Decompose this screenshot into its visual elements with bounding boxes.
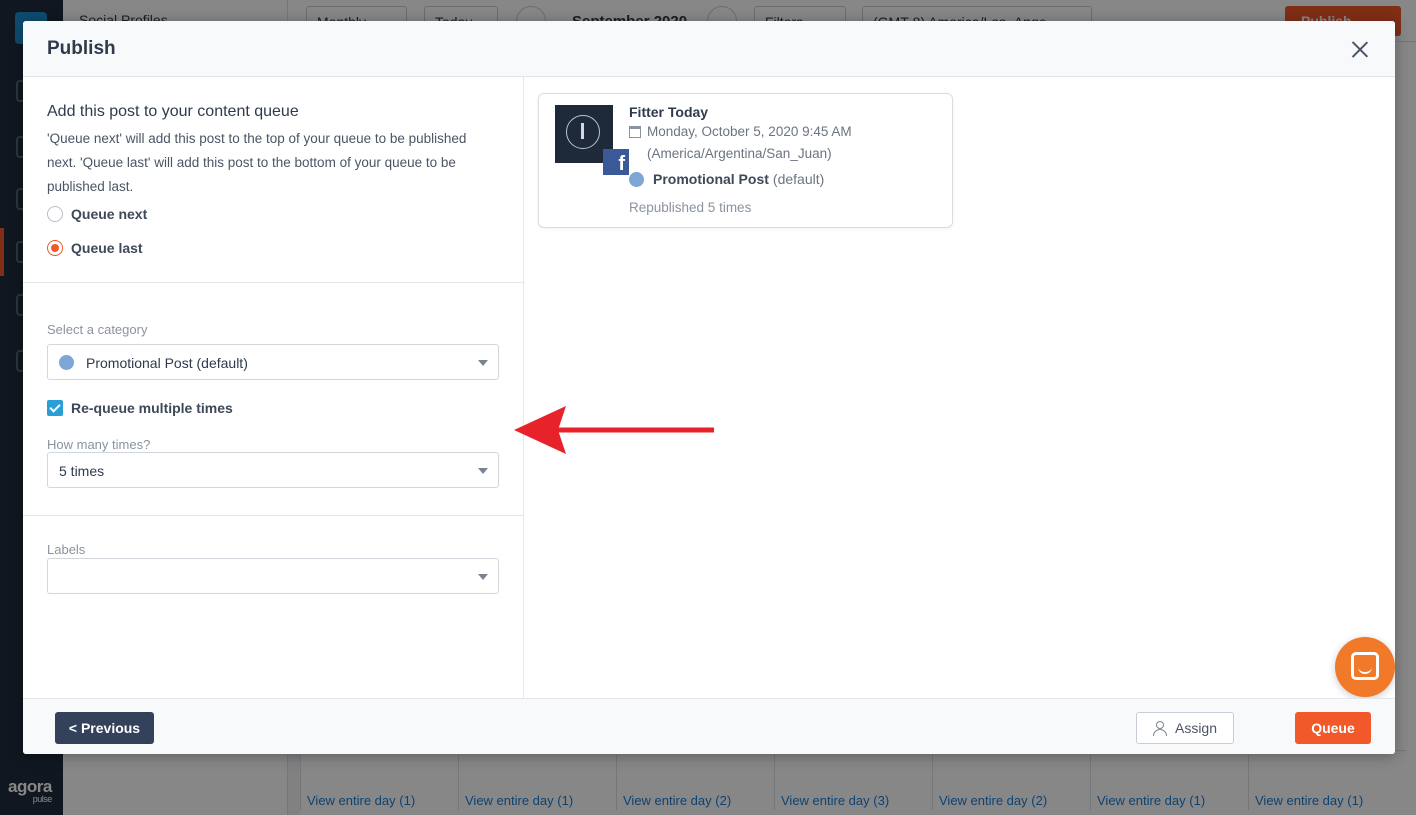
- queue-next-label: Queue next: [71, 206, 148, 222]
- scheduled-timezone: (America/Argentina/San_Juan): [647, 146, 832, 161]
- labels-section: Labels: [23, 516, 524, 698]
- preview-category-dot: [629, 171, 644, 187]
- close-icon[interactable]: [1351, 40, 1369, 58]
- scheduled-date-text: Monday, October 5, 2020 9:45 AM: [647, 124, 852, 139]
- profile-name: Fitter Today: [629, 104, 709, 120]
- times-label: How many times?: [47, 437, 151, 452]
- queue-last-label: Queue last: [71, 240, 143, 256]
- times-select[interactable]: 5 times: [47, 452, 499, 488]
- preview-category: Promotional Post (default): [629, 171, 824, 187]
- queue-last-radio[interactable]: [47, 240, 63, 256]
- requeue-checkbox[interactable]: [47, 400, 63, 416]
- preview-category-suffix: (default): [772, 171, 825, 187]
- category-select[interactable]: Promotional Post (default): [47, 344, 499, 380]
- chevron-down-icon: [478, 574, 488, 580]
- category-section: Select a category Promotional Post (defa…: [23, 283, 524, 516]
- preview-category-name: Promotional Post: [653, 171, 769, 187]
- modal-header: Publish: [23, 21, 1395, 77]
- post-preview-card[interactable]: f Fitter Today Monday, October 5, 2020 9…: [538, 93, 953, 228]
- queue-next-option[interactable]: Queue next: [47, 206, 147, 222]
- queue-last-option[interactable]: Queue last: [47, 240, 143, 256]
- chevron-down-icon: [478, 360, 488, 366]
- chat-launcher[interactable]: [1335, 637, 1395, 697]
- assign-button[interactable]: Assign: [1136, 712, 1234, 744]
- labels-label: Labels: [47, 542, 86, 557]
- publish-modal: Publish Add this post to your content qu…: [23, 21, 1395, 754]
- fitter-logo-icon: [566, 115, 600, 149]
- chat-icon: [1351, 652, 1379, 680]
- times-value: 5 times: [59, 463, 105, 479]
- scheduled-date: Monday, October 5, 2020 9:45 AM: [629, 124, 852, 139]
- requeue-label: Re-queue multiple times: [71, 400, 233, 416]
- queue-section: Add this post to your content queue 'Que…: [23, 77, 524, 283]
- queue-button[interactable]: Queue: [1295, 712, 1371, 744]
- assign-label: Assign: [1174, 720, 1218, 736]
- annotation-arrow: [514, 406, 714, 454]
- queue-next-radio[interactable]: [47, 206, 63, 222]
- category-label: Select a category: [47, 322, 148, 337]
- modal-footer: < Previous Assign Queue: [23, 698, 1395, 754]
- chevron-down-icon: [478, 468, 488, 474]
- labels-select[interactable]: [47, 558, 499, 594]
- category-color-dot: [59, 355, 74, 370]
- user-icon: [1152, 721, 1167, 736]
- publish-options-panel: Add this post to your content queue 'Que…: [23, 77, 524, 698]
- calendar-icon: [629, 125, 641, 138]
- requeue-option[interactable]: Re-queue multiple times: [47, 400, 233, 416]
- category-value: Promotional Post (default): [86, 355, 248, 371]
- queue-heading: Add this post to your content queue: [47, 103, 299, 120]
- facebook-icon: f: [603, 149, 629, 175]
- previous-button[interactable]: < Previous: [55, 712, 154, 744]
- queue-description: 'Queue next' will add this post to the t…: [47, 131, 467, 194]
- profile-avatar: f: [555, 105, 629, 175]
- republished-count: Republished 5 times: [629, 200, 752, 215]
- modal-title: Publish: [47, 38, 116, 59]
